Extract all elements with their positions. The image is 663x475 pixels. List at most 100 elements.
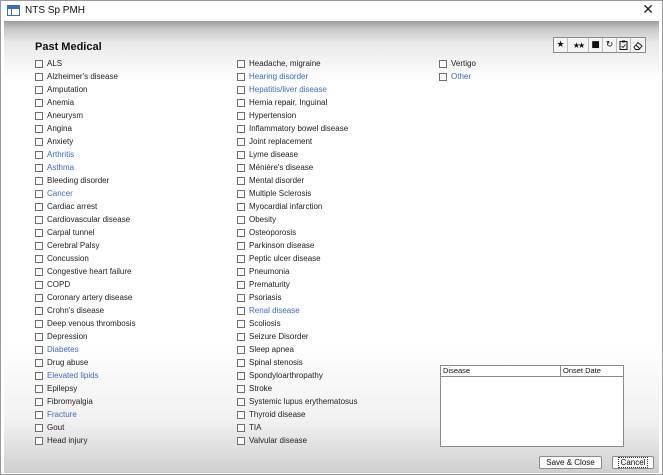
condition-item[interactable]: Spondyloarthropathy: [237, 369, 358, 382]
condition-checkbox[interactable]: [237, 410, 245, 419]
condition-checkbox[interactable]: [35, 397, 43, 406]
condition-checkbox[interactable]: [237, 397, 245, 406]
condition-checkbox[interactable]: [439, 72, 447, 81]
condition-item[interactable]: Hypertension: [237, 109, 358, 122]
condition-item[interactable]: Joint replacement: [237, 135, 358, 148]
condition-checkbox[interactable]: [35, 163, 43, 172]
condition-item[interactable]: Fracture: [35, 408, 136, 421]
condition-checkbox[interactable]: [35, 423, 43, 432]
condition-item[interactable]: Psoriasis: [237, 291, 358, 304]
condition-item[interactable]: TIA: [237, 421, 358, 434]
condition-checkbox[interactable]: [35, 254, 43, 263]
condition-item[interactable]: Renal disease: [237, 304, 358, 317]
condition-item[interactable]: Mental disorder: [237, 174, 358, 187]
condition-checkbox[interactable]: [237, 345, 245, 354]
condition-checkbox[interactable]: [35, 150, 43, 159]
condition-checkbox[interactable]: [237, 254, 245, 263]
condition-checkbox[interactable]: [35, 189, 43, 198]
condition-checkbox[interactable]: [35, 176, 43, 185]
condition-item[interactable]: Epilepsy: [35, 382, 136, 395]
condition-item[interactable]: Coronary artery disease: [35, 291, 136, 304]
condition-checkbox[interactable]: [35, 85, 43, 94]
condition-checkbox[interactable]: [35, 371, 43, 380]
condition-item[interactable]: Spinal stenosis: [237, 356, 358, 369]
condition-checkbox[interactable]: [237, 137, 245, 146]
condition-item[interactable]: Bleeding disorder: [35, 174, 136, 187]
condition-checkbox[interactable]: [237, 98, 245, 107]
condition-checkbox[interactable]: [237, 280, 245, 289]
condition-item[interactable]: COPD: [35, 278, 136, 291]
condition-checkbox[interactable]: [237, 189, 245, 198]
condition-checkbox[interactable]: [237, 293, 245, 302]
refresh-icon[interactable]: ↻: [603, 38, 617, 52]
condition-item[interactable]: Hepatitis/liver disease: [237, 83, 358, 96]
condition-checkbox[interactable]: [35, 345, 43, 354]
condition-item[interactable]: Cancer: [35, 187, 136, 200]
condition-item[interactable]: Lyme disease: [237, 148, 358, 161]
condition-item[interactable]: Vertigo: [439, 57, 476, 70]
condition-item[interactable]: Systemic lupus erythematosus: [237, 395, 358, 408]
condition-checkbox[interactable]: [237, 358, 245, 367]
condition-item[interactable]: Thyroid disease: [237, 408, 358, 421]
close-icon[interactable]: ✕: [642, 2, 654, 18]
condition-checkbox[interactable]: [35, 293, 43, 302]
condition-item[interactable]: Diabetes: [35, 343, 136, 356]
condition-item[interactable]: Peptic ulcer disease: [237, 252, 358, 265]
condition-checkbox[interactable]: [35, 241, 43, 250]
condition-item[interactable]: Pneumonia: [237, 265, 358, 278]
condition-item[interactable]: Angina: [35, 122, 136, 135]
condition-checkbox[interactable]: [237, 72, 245, 81]
condition-item[interactable]: Cardiovascular disease: [35, 213, 136, 226]
condition-checkbox[interactable]: [237, 371, 245, 380]
condition-checkbox[interactable]: [35, 59, 43, 68]
condition-checkbox[interactable]: [35, 410, 43, 419]
grid-header-disease[interactable]: Disease: [441, 366, 561, 376]
condition-checkbox[interactable]: [237, 150, 245, 159]
condition-item[interactable]: Seizure Disorder: [237, 330, 358, 343]
condition-item[interactable]: Concussion: [35, 252, 136, 265]
condition-checkbox[interactable]: [35, 319, 43, 328]
condition-checkbox[interactable]: [237, 241, 245, 250]
condition-item[interactable]: Headache, migraine: [237, 57, 358, 70]
condition-checkbox[interactable]: [35, 358, 43, 367]
condition-item[interactable]: Other: [439, 70, 476, 83]
condition-checkbox[interactable]: [35, 436, 43, 445]
condition-checkbox[interactable]: [237, 319, 245, 328]
condition-item[interactable]: Multiple Sclerosis: [237, 187, 358, 200]
condition-item[interactable]: Obesity: [237, 213, 358, 226]
condition-checkbox[interactable]: [237, 202, 245, 211]
condition-checkbox[interactable]: [237, 176, 245, 185]
cancel-button[interactable]: Cancel: [612, 456, 654, 469]
condition-checkbox[interactable]: [35, 332, 43, 341]
condition-item[interactable]: Hearing disorder: [237, 70, 358, 83]
condition-item[interactable]: Drug abuse: [35, 356, 136, 369]
condition-checkbox[interactable]: [237, 384, 245, 393]
condition-checkbox[interactable]: [35, 202, 43, 211]
condition-checkbox[interactable]: [237, 423, 245, 432]
condition-item[interactable]: Fibromyalgia: [35, 395, 136, 408]
condition-item[interactable]: Arthritis: [35, 148, 136, 161]
condition-item[interactable]: Cerebral Palsy: [35, 239, 136, 252]
condition-checkbox[interactable]: [35, 280, 43, 289]
stars-icon[interactable]: ★★: [568, 38, 589, 52]
condition-item[interactable]: Depression: [35, 330, 136, 343]
condition-checkbox[interactable]: [35, 215, 43, 224]
condition-item[interactable]: Aneurysm: [35, 109, 136, 122]
condition-item[interactable]: Inflammatory bowel disease: [237, 122, 358, 135]
condition-checkbox[interactable]: [35, 384, 43, 393]
condition-item[interactable]: Myocardial infarction: [237, 200, 358, 213]
condition-item[interactable]: Cardiac arrest: [35, 200, 136, 213]
condition-checkbox[interactable]: [35, 137, 43, 146]
condition-checkbox[interactable]: [35, 124, 43, 133]
condition-item[interactable]: Hernia repair, Inguinal: [237, 96, 358, 109]
condition-item[interactable]: Crohn's disease: [35, 304, 136, 317]
condition-item[interactable]: Gout: [35, 421, 136, 434]
condition-item[interactable]: Prematurity: [237, 278, 358, 291]
condition-checkbox[interactable]: [237, 59, 245, 68]
condition-checkbox[interactable]: [237, 111, 245, 120]
disease-grid[interactable]: Disease Onset Date: [440, 365, 624, 447]
condition-item[interactable]: Asthma: [35, 161, 136, 174]
condition-item[interactable]: Osteoporosis: [237, 226, 358, 239]
condition-item[interactable]: Elevated lipids: [35, 369, 136, 382]
condition-checkbox[interactable]: [237, 228, 245, 237]
